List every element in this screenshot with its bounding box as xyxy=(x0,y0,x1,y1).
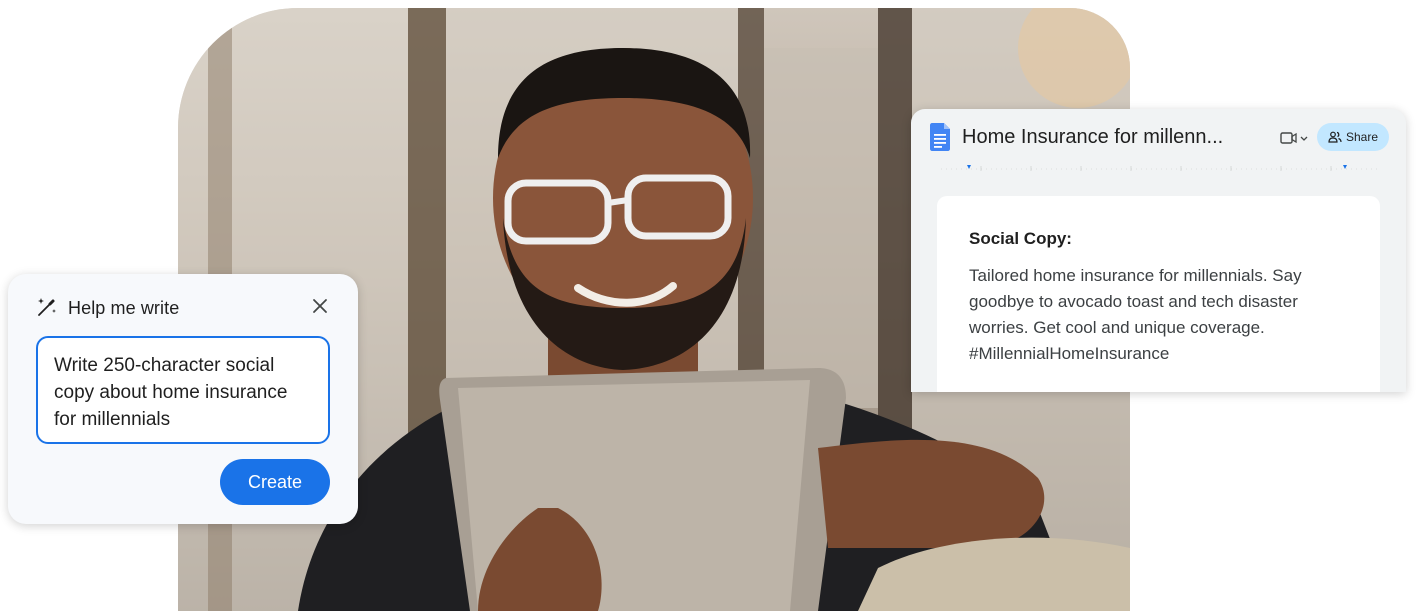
google-docs-icon[interactable] xyxy=(930,123,950,151)
share-label: Share xyxy=(1345,130,1379,144)
document-body: Tailored home insurance for millennials.… xyxy=(969,266,1302,363)
document-page[interactable]: Social Copy: Tailored home insurance for… xyxy=(937,196,1380,392)
pen-sparkle-icon xyxy=(38,298,56,316)
close-icon[interactable] xyxy=(310,296,330,316)
docs-window: Home Insurance for millenn... Share Soci… xyxy=(911,109,1406,392)
ruler xyxy=(941,165,1381,171)
help-me-write-title: Help me write xyxy=(68,298,180,318)
share-button[interactable]: Share xyxy=(1317,123,1389,151)
create-button[interactable]: Create xyxy=(220,459,330,505)
prompt-input[interactable]: Write 250-character social copy about ho… xyxy=(36,336,330,444)
help-me-write-panel: Help me write Write 250-character social… xyxy=(8,274,358,524)
right-indent-marker[interactable] xyxy=(1343,165,1347,169)
help-me-write-header: Help me write xyxy=(36,296,338,320)
document-heading: Social Copy: xyxy=(969,229,1072,248)
document-title[interactable]: Home Insurance for millenn... xyxy=(962,126,1223,149)
video-call-icon[interactable] xyxy=(1279,130,1309,146)
people-icon xyxy=(1328,131,1342,143)
left-indent-marker[interactable] xyxy=(967,165,971,169)
docs-toolbar: Home Insurance for millenn... Share xyxy=(911,109,1406,167)
